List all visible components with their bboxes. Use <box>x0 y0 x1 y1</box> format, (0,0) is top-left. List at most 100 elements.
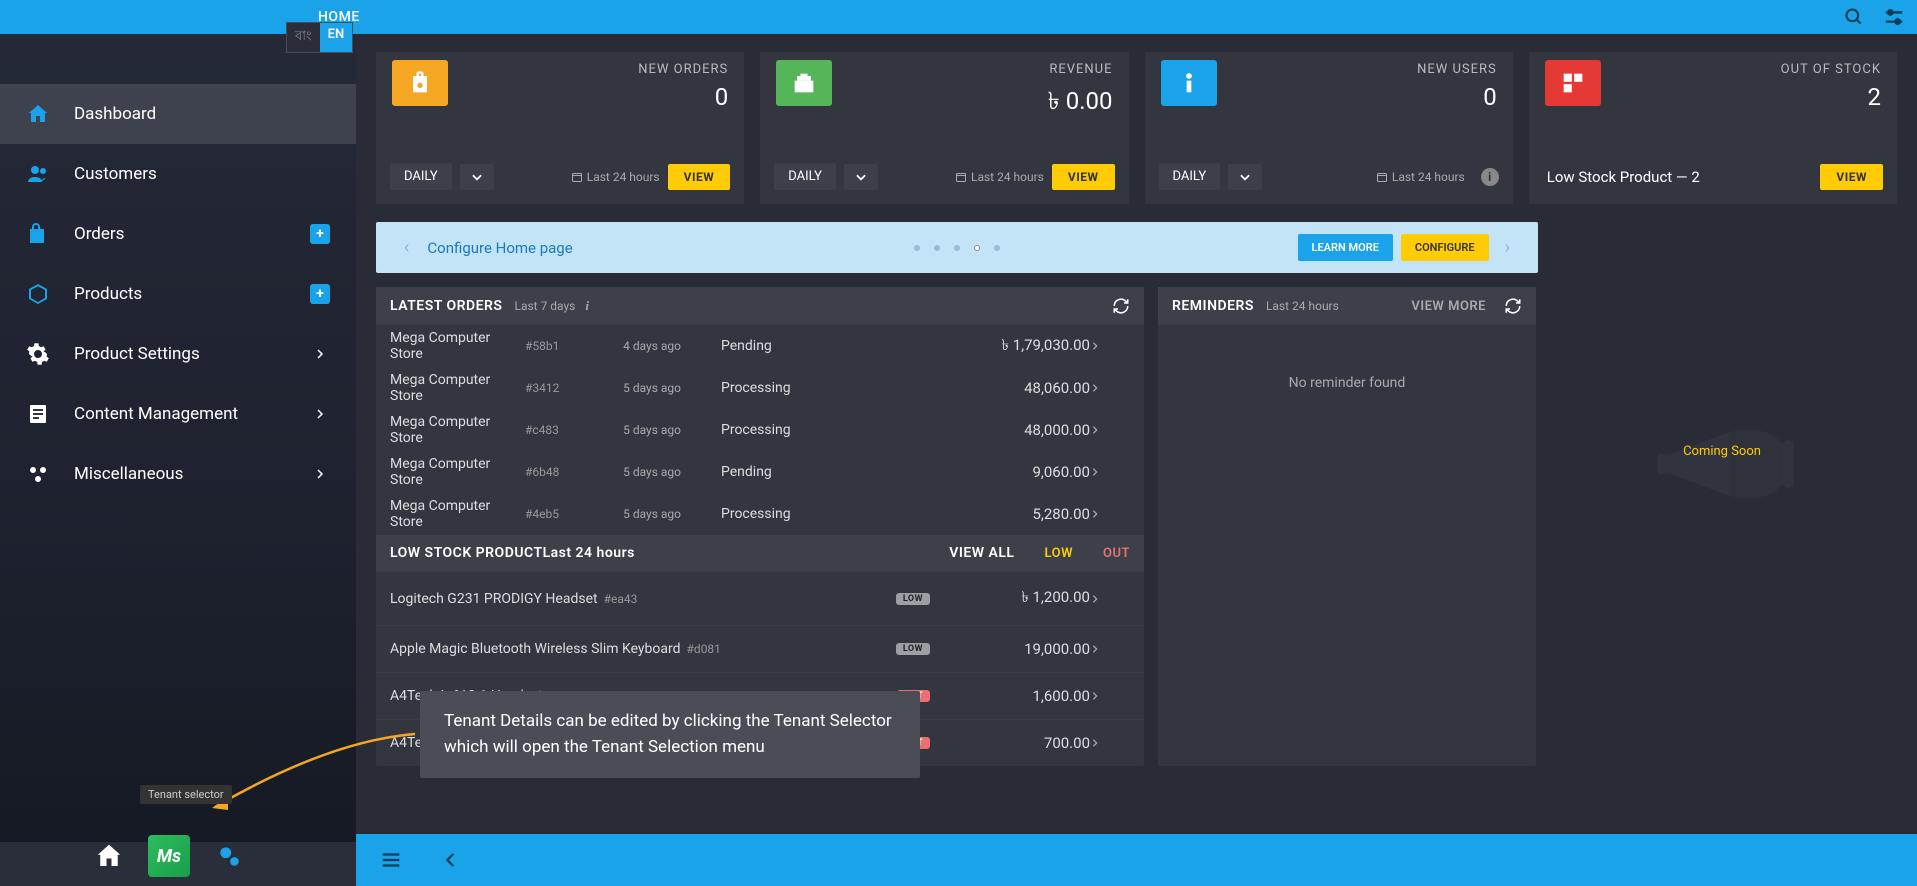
callout-box: Tenant Details can be edited by clicking… <box>420 691 920 778</box>
order-store: Mega Computer Store <box>390 330 525 362</box>
sidebar-item-label: Dashboard <box>74 104 156 124</box>
panel-title: LATEST ORDERS <box>390 298 502 314</box>
chevron-down-icon[interactable] <box>1228 164 1262 190</box>
search-icon[interactable] <box>1843 6 1865 28</box>
chevron-right-icon[interactable] <box>1090 594 1130 604</box>
order-id: #58b1 <box>525 339 581 353</box>
stock-row[interactable]: Logitech G231 PRODIGY Headset#ea43 LOW ৳… <box>376 571 1144 625</box>
stat-card-users: NEW USERS 0 DAILY Last 24 hours i <box>1145 52 1513 204</box>
timespan: Last 24 hours <box>571 170 660 184</box>
period-dropdown[interactable]: DAILY <box>1159 163 1221 190</box>
chevron-right-icon[interactable] <box>1090 644 1130 654</box>
order-status: Processing <box>681 422 841 438</box>
sidebar-item-label: Content Management <box>74 404 238 424</box>
chevron-right-icon[interactable] <box>1090 691 1130 701</box>
view-button[interactable]: VIEW <box>1820 164 1883 190</box>
sidebar-item-label: Product Settings <box>74 344 200 364</box>
banner-dot[interactable] <box>914 245 920 251</box>
order-row[interactable]: Mega Computer Store #6b48 5 days ago Pen… <box>376 451 1144 493</box>
stat-value: 0 <box>638 83 728 111</box>
stock-ref: #d081 <box>687 642 721 656</box>
sidebar-item-product-settings[interactable]: Product Settings <box>0 324 356 384</box>
chevron-right-icon[interactable] <box>1090 738 1130 748</box>
sidebar-item-orders[interactable]: Orders + <box>0 204 356 264</box>
order-amount: 5,280.00 <box>841 505 1090 523</box>
stat-label: NEW USERS <box>1417 62 1497 77</box>
banner-dots <box>914 245 1000 251</box>
chevron-right-icon[interactable] <box>1090 383 1130 393</box>
filter-out[interactable]: OUT <box>1103 546 1130 561</box>
sidebar-item-misc[interactable]: Miscellaneous <box>0 444 356 504</box>
banner-dot[interactable] <box>954 245 960 251</box>
info-icon[interactable]: i <box>1481 168 1499 186</box>
order-store: Mega Computer Store <box>390 414 525 446</box>
chevron-right-icon[interactable] <box>1090 467 1130 477</box>
order-row[interactable]: Mega Computer Store #4eb5 5 days ago Pro… <box>376 493 1144 535</box>
latest-orders-panel: LATEST ORDERS Last 7 days i Mega Compute… <box>376 287 1144 535</box>
view-all-link[interactable]: VIEW ALL <box>949 545 1014 561</box>
refresh-icon[interactable] <box>1112 297 1130 315</box>
refresh-icon[interactable] <box>1504 297 1522 315</box>
home-icon[interactable] <box>90 837 128 875</box>
menu-icon[interactable] <box>380 849 402 871</box>
plus-icon[interactable]: + <box>310 284 330 304</box>
order-row[interactable]: Mega Computer Store #58b1 4 days ago Pen… <box>376 325 1144 367</box>
back-icon[interactable] <box>442 851 460 869</box>
sidebar-item-products[interactable]: Products + <box>0 264 356 324</box>
chevron-right-icon[interactable] <box>1090 509 1130 519</box>
bottombar <box>356 834 1917 886</box>
chevron-down-icon[interactable] <box>844 164 878 190</box>
banner-prev[interactable]: ‹ <box>396 237 417 258</box>
sidebar-item-label: Customers <box>74 164 157 184</box>
stat-card-revenue: REVENUE ৳ 0.00 DAILY Last 24 hours VIEW <box>760 52 1128 204</box>
box-icon <box>24 280 52 308</box>
stock-row[interactable]: Apple Magic Bluetooth Wireless Slim Keyb… <box>376 625 1144 672</box>
chevron-right-icon[interactable] <box>1090 341 1130 351</box>
order-row[interactable]: Mega Computer Store #3412 5 days ago Pro… <box>376 367 1144 409</box>
chevron-down-icon[interactable] <box>460 164 494 190</box>
view-button[interactable]: VIEW <box>668 164 731 190</box>
info-icon[interactable]: i <box>585 298 589 314</box>
order-amount: ৳ 1,79,030.00 <box>841 334 1090 359</box>
order-amount: 48,000.00 <box>841 421 1090 439</box>
stock-ref: #ea43 <box>604 592 638 606</box>
users-stat-icon <box>1161 60 1217 106</box>
lang-en[interactable]: EN <box>320 23 353 52</box>
filter-low[interactable]: LOW <box>1045 546 1074 561</box>
misc-icon <box>24 460 52 488</box>
chevron-right-icon[interactable] <box>1090 425 1130 435</box>
lang-bn[interactable]: বাং <box>287 23 320 52</box>
sidebar-item-customers[interactable]: Customers <box>0 144 356 204</box>
stock-price: ৳ 1,200.00 <box>930 586 1090 611</box>
banner-dot[interactable] <box>974 245 980 251</box>
view-button[interactable]: VIEW <box>1052 164 1115 190</box>
sidebar-item-dashboard[interactable]: Dashboard <box>0 84 356 144</box>
stat-cards-row: NEW ORDERS 0 DAILY Last 24 hours VIEW RE… <box>376 52 1897 204</box>
language-toggle[interactable]: বাং EN <box>286 22 353 53</box>
chevron-right-icon <box>308 402 332 426</box>
plus-icon[interactable]: + <box>310 224 330 244</box>
period-dropdown[interactable]: DAILY <box>774 163 836 190</box>
banner-dot[interactable] <box>934 245 940 251</box>
panel-subtitle: Last 24 hours <box>1266 299 1339 313</box>
settings-gear-icon[interactable] <box>210 837 248 875</box>
panel-header: REMINDERS Last 24 hours VIEW MORE <box>1158 287 1536 325</box>
stat-value: ৳ 0.00 <box>1048 83 1113 123</box>
sidebar-item-label: Miscellaneous <box>74 464 183 484</box>
revenue-stat-icon <box>776 60 832 106</box>
period-dropdown[interactable]: DAILY <box>390 163 452 190</box>
order-time: 5 days ago <box>581 381 681 395</box>
stock-badge: LOW <box>896 593 930 605</box>
configure-banner: ‹ Configure Home page LEARN MORE CONFIGU… <box>376 222 1538 273</box>
tenant-selector[interactable]: Ms <box>148 835 190 877</box>
learn-more-button[interactable]: LEARN MORE <box>1298 234 1393 261</box>
order-row[interactable]: Mega Computer Store #c483 5 days ago Pro… <box>376 409 1144 451</box>
order-id: #6b48 <box>525 465 581 479</box>
configure-button[interactable]: CONFIGURE <box>1401 234 1489 261</box>
sidebar-item-content[interactable]: Content Management <box>0 384 356 444</box>
banner-next[interactable]: › <box>1497 237 1518 258</box>
settings-sliders-icon[interactable] <box>1883 6 1905 28</box>
banner-dot[interactable] <box>994 245 1000 251</box>
stat-value: 0 <box>1417 83 1497 111</box>
view-more-link[interactable]: VIEW MORE <box>1411 299 1486 314</box>
